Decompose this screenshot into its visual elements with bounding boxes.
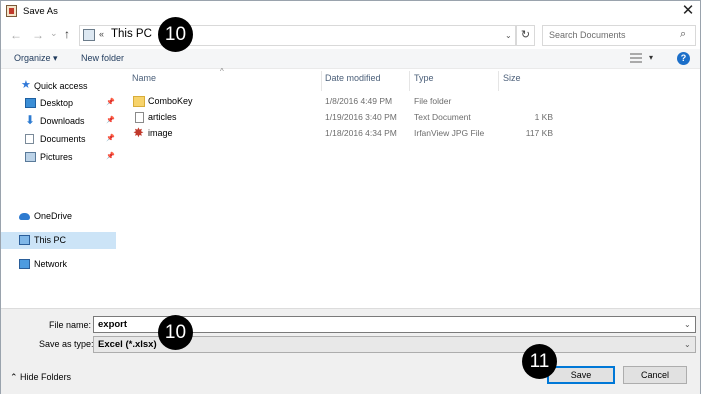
downloads-icon: ⬇ (25, 113, 36, 127)
forward-arrow-icon[interactable]: → (32, 28, 44, 42)
help-icon[interactable]: ? (677, 52, 690, 65)
save-as-type-label: Save as type: (39, 339, 94, 349)
nav-item-label: Documents (40, 134, 86, 144)
nav-item-label: Network (34, 259, 68, 269)
column-header-type[interactable]: Type (414, 73, 434, 83)
nav-item-this-pc[interactable]: This PC (1, 232, 116, 249)
computer-icon (19, 235, 30, 245)
pin-icon: 📌 (106, 153, 115, 160)
nav-item-network[interactable]: Network (1, 256, 116, 273)
cancel-button[interactable]: Cancel (623, 366, 687, 384)
file-type: File folder (414, 96, 452, 106)
step-badge: 10 (158, 17, 193, 52)
nav-item-label: Desktop (40, 98, 74, 108)
new-folder-button[interactable]: New folder (81, 53, 124, 63)
hide-folders-button[interactable]: ⌃ Hide Folders (10, 372, 71, 383)
pictures-icon (25, 152, 36, 162)
command-toolbar: Organize ▾ New folder ▾ ? (1, 49, 700, 69)
file-name: articles (148, 112, 177, 122)
nav-item-onedrive[interactable]: OneDrive (1, 208, 116, 225)
sort-caret-icon: ^ (220, 67, 224, 76)
nav-item-label: OneDrive (34, 211, 73, 221)
nav-item-label: Downloads (40, 116, 85, 126)
save-button[interactable]: Save (547, 366, 615, 384)
organize-button[interactable]: Organize ▾ (14, 53, 58, 64)
file-date: 1/18/2016 4:34 PM (325, 128, 397, 138)
file-type: Text Document (414, 112, 471, 122)
jpg-file-icon: ✸ (133, 125, 144, 140)
save-as-dialog: Save As ✕ ← → ⌄ ↑ « This PC ⌄ ↻ Search D… (0, 0, 701, 394)
nav-item-quick-access[interactable]: ★ Quick access (1, 78, 116, 95)
column-header-date[interactable]: Date modified (325, 73, 381, 83)
file-name: image (148, 128, 173, 138)
search-icon[interactable]: ⌕ (680, 28, 686, 41)
app-icon (6, 5, 17, 17)
file-date: 1/19/2016 3:40 PM (325, 112, 397, 122)
cloud-icon (19, 213, 30, 220)
nav-item-downloads[interactable]: ⬇ Downloads 📌 (1, 113, 116, 130)
back-arrow-icon[interactable]: ← (10, 28, 22, 42)
breadcrumb-separator: « (99, 29, 105, 39)
text-file-icon (135, 112, 144, 123)
network-icon (19, 259, 30, 269)
search-input[interactable]: Search Documents (549, 30, 626, 40)
star-icon: ★ (21, 79, 31, 91)
folder-icon (133, 96, 145, 107)
title-bar: Save As ✕ (1, 1, 700, 22)
nav-item-desktop[interactable]: Desktop 📌 (1, 95, 116, 112)
up-arrow-icon[interactable]: ↑ (64, 27, 70, 41)
close-icon[interactable]: ✕ (678, 2, 698, 20)
pin-icon: 📌 (106, 135, 115, 142)
computer-icon (83, 29, 95, 41)
pin-icon: 📌 (106, 117, 115, 124)
desktop-icon (25, 98, 36, 108)
chevron-down-icon[interactable]: ⌄ (505, 31, 512, 40)
column-divider[interactable] (409, 71, 410, 91)
file-name-value[interactable]: export (98, 319, 127, 330)
documents-icon (25, 134, 34, 144)
column-divider[interactable] (498, 71, 499, 91)
window-title: Save As (23, 6, 58, 17)
chevron-down-icon[interactable]: ⌄ (684, 320, 691, 329)
nav-item-label: This PC (34, 235, 67, 245)
refresh-icon[interactable]: ↻ (516, 25, 535, 46)
file-row[interactable]: articles 1/19/2016 3:40 PM Text Document… (129, 110, 569, 126)
file-size: 117 KB (525, 128, 553, 138)
file-name: ComboKey (148, 96, 193, 106)
search-box[interactable]: Search Documents ⌕ (542, 25, 696, 46)
pin-icon: 📌 (106, 99, 115, 106)
file-row[interactable]: ComboKey 1/8/2016 4:49 PM File folder (129, 94, 569, 110)
file-row[interactable]: ✸ image 1/18/2016 4:34 PM IrfanView JPG … (129, 125, 569, 142)
address-location[interactable]: This PC (111, 28, 152, 40)
view-options-caret-icon[interactable]: ▾ (649, 53, 653, 62)
save-as-type-value[interactable]: Excel (*.xlsx) (98, 339, 157, 350)
address-bar[interactable]: « This PC ⌄ (79, 25, 516, 46)
nav-item-pictures[interactable]: Pictures 📌 (1, 149, 116, 166)
nav-item-label: Quick access (34, 81, 88, 91)
column-divider[interactable] (321, 71, 322, 91)
chevron-down-icon[interactable]: ⌄ (684, 340, 691, 349)
file-date: 1/8/2016 4:49 PM (325, 96, 393, 106)
file-size: 1 KB (534, 112, 553, 122)
recent-locations-icon[interactable]: ⌄ (50, 28, 58, 39)
column-header-name[interactable]: Name (132, 73, 156, 83)
column-header-size[interactable]: Size (503, 73, 521, 83)
view-options-icon[interactable] (630, 53, 642, 63)
step-badge: 11 (522, 344, 557, 379)
file-name-label: File name: (49, 320, 92, 330)
file-type: IrfanView JPG File (414, 128, 485, 138)
step-badge: 10 (158, 315, 193, 350)
nav-item-documents[interactable]: Documents 📌 (1, 131, 116, 148)
nav-item-label: Pictures (40, 152, 73, 162)
